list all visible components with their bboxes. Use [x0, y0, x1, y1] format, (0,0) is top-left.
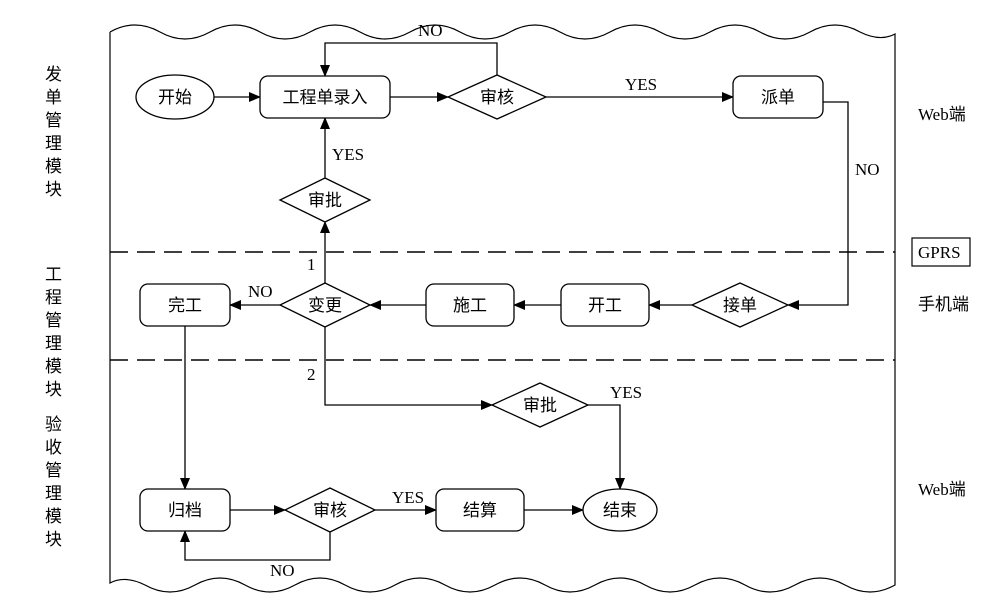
- svg-text:1: 1: [307, 255, 316, 274]
- svg-text:结束: 结束: [603, 501, 637, 520]
- node-complete: 完工: [140, 284, 230, 326]
- svg-text:块: 块: [45, 180, 62, 199]
- svg-text:理: 理: [45, 334, 62, 353]
- svg-text:单: 单: [45, 88, 62, 107]
- node-review1: 审核: [448, 75, 546, 119]
- svg-text:工: 工: [45, 265, 62, 284]
- node-construct: 施工: [426, 284, 514, 326]
- node-dispatch: 派单: [733, 76, 823, 118]
- svg-text:完工: 完工: [168, 296, 202, 315]
- svg-text:块: 块: [45, 530, 62, 549]
- svg-text:审核: 审核: [313, 501, 347, 520]
- svg-text:NO: NO: [855, 160, 880, 179]
- node-review2: 审核: [285, 488, 375, 532]
- svg-text:派单: 派单: [761, 88, 795, 107]
- svg-text:发: 发: [45, 65, 62, 84]
- svg-text:验: 验: [45, 415, 62, 434]
- svg-text:模: 模: [45, 157, 62, 176]
- svg-text:审批: 审批: [308, 191, 342, 210]
- svg-text:变更: 变更: [308, 296, 342, 315]
- svg-text:管: 管: [45, 311, 62, 330]
- svg-text:NO: NO: [270, 561, 295, 580]
- node-approve2: 审批: [492, 383, 588, 427]
- node-input: 工程单录入: [260, 76, 390, 118]
- svg-text:收: 收: [45, 438, 62, 457]
- svg-text:2: 2: [307, 365, 316, 384]
- svg-text:工程单录入: 工程单录入: [283, 88, 368, 107]
- svg-text:YES: YES: [625, 75, 657, 94]
- svg-text:理: 理: [45, 134, 62, 153]
- lane2-label: 工 程 管 理 模 块: [45, 265, 62, 399]
- svg-text:NO: NO: [418, 21, 443, 40]
- svg-text:模: 模: [45, 357, 62, 376]
- svg-text:YES: YES: [392, 488, 424, 507]
- lane1-channel: Web端: [918, 105, 966, 124]
- svg-text:理: 理: [45, 484, 62, 503]
- node-accept: 接单: [692, 283, 788, 327]
- svg-text:NO: NO: [248, 282, 273, 301]
- node-approve1: 审批: [280, 178, 370, 222]
- svg-text:管: 管: [45, 461, 62, 480]
- svg-text:接单: 接单: [723, 296, 757, 315]
- node-archive: 归档: [140, 489, 230, 531]
- svg-text:开工: 开工: [588, 296, 622, 315]
- svg-text:开始: 开始: [158, 88, 192, 107]
- svg-text:块: 块: [45, 380, 62, 399]
- svg-text:结算: 结算: [463, 501, 497, 520]
- svg-text:管: 管: [45, 111, 62, 130]
- node-change: 变更: [280, 283, 370, 327]
- svg-text:审核: 审核: [480, 88, 514, 107]
- node-settle: 结算: [436, 489, 524, 531]
- svg-text:YES: YES: [610, 383, 642, 402]
- lane3-channel: Web端: [918, 480, 966, 499]
- lane2-channel: 手机端: [918, 295, 969, 314]
- node-startwork: 开工: [561, 284, 649, 326]
- svg-text:归档: 归档: [168, 501, 202, 520]
- flowchart-canvas: 发 单 管 理 模 块 工 程 管 理 模 块 验 收 管 理 模 块 Web端…: [0, 0, 1000, 614]
- gprs-tag-label: GPRS: [918, 243, 961, 262]
- lane3-label: 验 收 管 理 模 块: [45, 415, 62, 549]
- svg-text:模: 模: [45, 507, 62, 526]
- lane1-label: 发 单 管 理 模 块: [45, 65, 62, 199]
- svg-text:审批: 审批: [523, 396, 557, 415]
- node-end: 结束: [583, 489, 657, 531]
- svg-text:程: 程: [45, 288, 62, 307]
- node-start: 开始: [136, 75, 214, 119]
- svg-text:YES: YES: [332, 145, 364, 164]
- svg-text:施工: 施工: [453, 296, 487, 315]
